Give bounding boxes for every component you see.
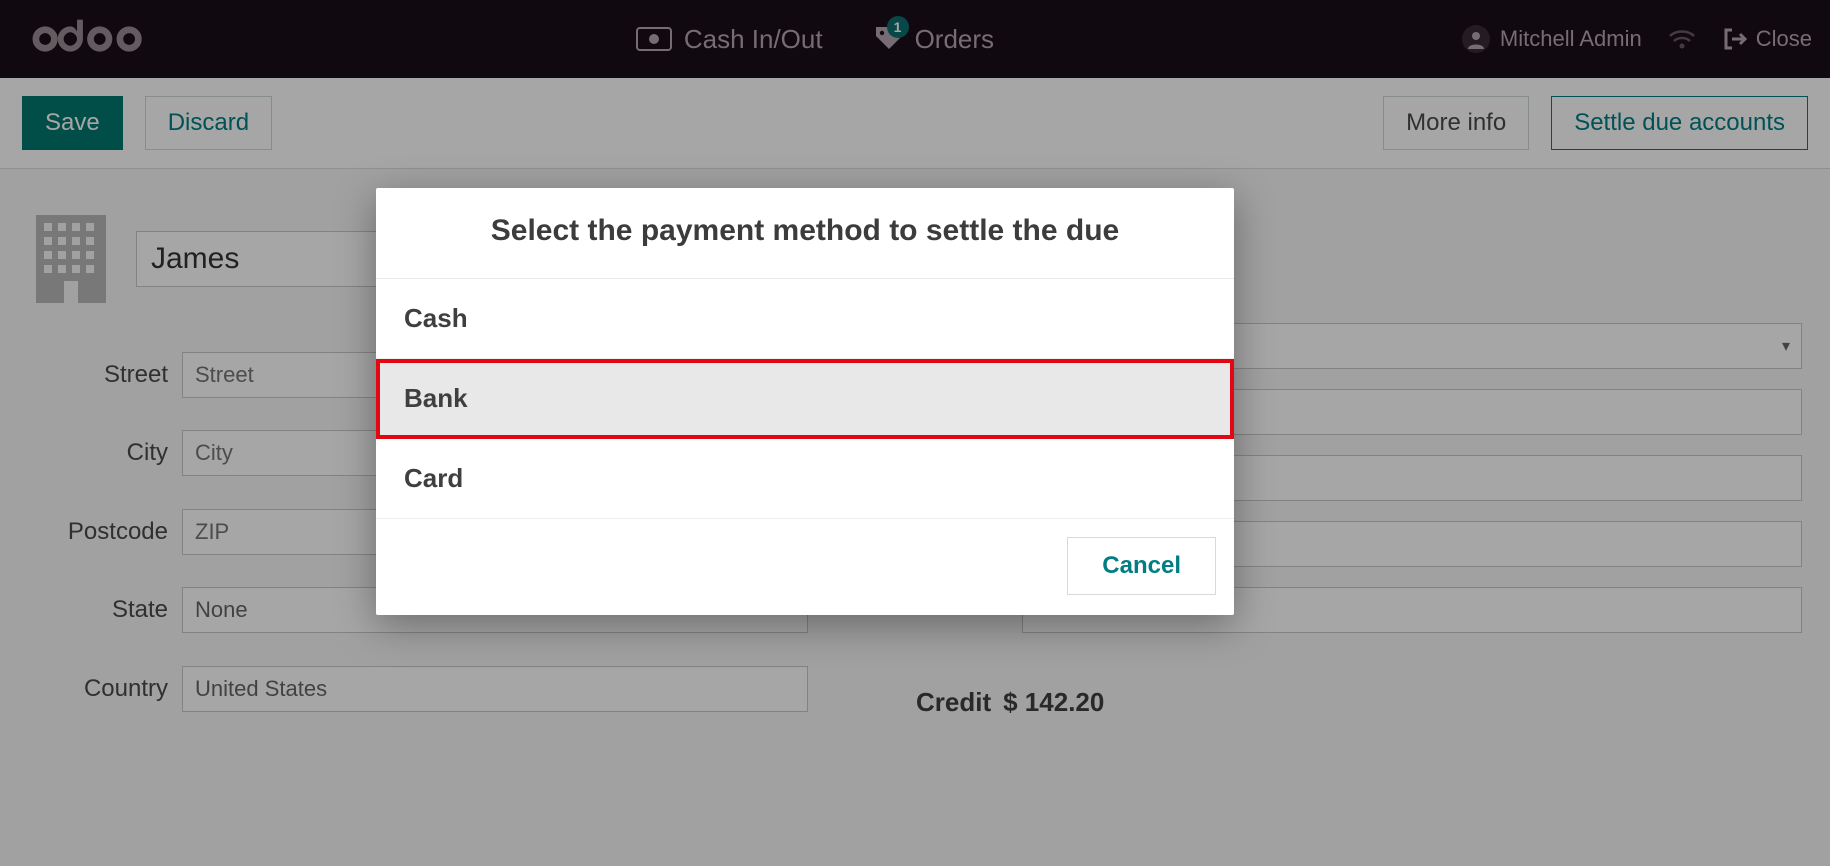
payment-method-cash[interactable]: Cash (376, 279, 1234, 359)
payment-method-card[interactable]: Card (376, 439, 1234, 519)
payment-method-modal: Select the payment method to settle the … (376, 188, 1234, 615)
payment-method-bank[interactable]: Bank (376, 359, 1234, 439)
cancel-button[interactable]: Cancel (1067, 537, 1216, 595)
modal-title: Select the payment method to settle the … (376, 188, 1234, 279)
